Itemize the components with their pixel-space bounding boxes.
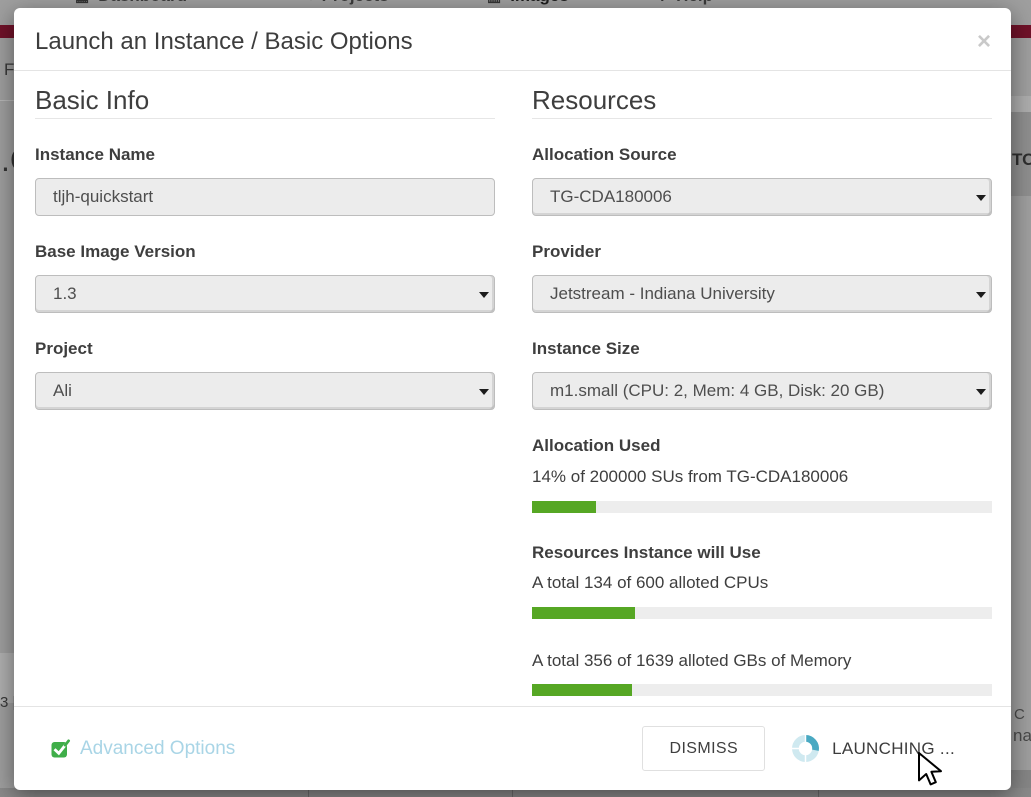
- modal-title: Launch an Instance / Basic Options: [35, 28, 990, 56]
- project-value: Ali: [53, 381, 72, 401]
- modal-footer: Advanced Options DISMISS LAUNCHING ...: [14, 706, 1011, 790]
- provider-label: Provider: [532, 242, 992, 262]
- allocation-used-progress-fill: [532, 501, 596, 513]
- allocation-source-label: Allocation Source: [532, 145, 992, 165]
- advanced-options-label: Advanced Options: [80, 738, 235, 760]
- instance-size-select[interactable]: m1.small (CPU: 2, Mem: 4 GB, Disk: 20 GB…: [532, 372, 992, 410]
- instance-name-input[interactable]: tljh-quickstart: [35, 178, 495, 216]
- memory-usage-progress: [532, 684, 992, 696]
- columns-icon: ▥: [487, 0, 501, 5]
- chevron-down-icon: [976, 292, 986, 298]
- allocation-source-value: TG-CDA180006: [550, 187, 672, 207]
- modal-body: Basic Info Instance Name tljh-quickstart…: [14, 71, 1011, 696]
- project-select[interactable]: Ali: [35, 372, 495, 410]
- basic-info-section: Basic Info Instance Name tljh-quickstart…: [35, 85, 495, 696]
- project-label: Project: [35, 339, 495, 359]
- instance-name-label: Instance Name: [35, 145, 495, 165]
- memory-usage-progress-fill: [532, 684, 632, 696]
- close-icon[interactable]: ×: [977, 30, 991, 54]
- dismiss-button[interactable]: DISMISS: [642, 726, 765, 771]
- chevron-down-icon: [479, 292, 489, 298]
- resources-section: Resources Allocation Source TG-CDA180006…: [532, 85, 992, 696]
- mouse-cursor: [918, 752, 944, 791]
- background-divider: [0, 100, 14, 101]
- background-band: [1011, 96, 1031, 112]
- loading-spinner-icon: [791, 734, 820, 763]
- cpu-usage-progress: [532, 607, 992, 619]
- pencil-icon: ✎: [300, 0, 313, 5]
- instance-size-label: Instance Size: [532, 339, 992, 359]
- help-circle-icon: ?: [658, 0, 667, 5]
- provider-select[interactable]: Jetstream - Indiana University: [532, 275, 992, 313]
- background-button-fragment: TO: [1012, 150, 1031, 170]
- basic-info-heading: Basic Info: [35, 85, 495, 119]
- nav-item-projects[interactable]: ✎ Projects: [300, 0, 389, 6]
- provider-value: Jetstream - Indiana University: [550, 284, 775, 304]
- advanced-options-link[interactable]: Advanced Options: [50, 738, 235, 760]
- modal-header: Launch an Instance / Basic Options ×: [14, 8, 1011, 71]
- check-square-icon: [50, 738, 71, 759]
- nav-label: Dashboard: [98, 0, 187, 6]
- cpu-usage-text: A total 134 of 600 alloted CPUs: [532, 572, 992, 594]
- resources-heading: Resources: [532, 85, 992, 119]
- nav-item-images[interactable]: ▥ Images: [487, 0, 569, 6]
- nav-label: Images: [510, 0, 569, 6]
- nav-label: Projects: [322, 0, 389, 6]
- chevron-down-icon: [976, 195, 986, 201]
- base-image-version-select[interactable]: 1.3: [35, 275, 495, 313]
- base-image-version-label: Base Image Version: [35, 242, 495, 262]
- nav-label: Help: [676, 0, 713, 6]
- launch-instance-modal: Launch an Instance / Basic Options × Bas…: [14, 8, 1011, 790]
- chevron-down-icon: [976, 389, 986, 395]
- instance-name-value: tljh-quickstart: [53, 187, 153, 207]
- nav-item-dashboard[interactable]: ▦ Dashboard: [75, 0, 187, 6]
- base-image-version-value: 1.3: [53, 284, 77, 304]
- background-text-fragment: na: [1013, 726, 1031, 746]
- allocation-used-heading: Allocation Used: [532, 436, 992, 456]
- allocation-used-text: 14% of 200000 SUs from TG-CDA180006: [532, 466, 992, 488]
- instance-will-use-heading: Resources Instance will Use: [532, 543, 992, 563]
- cpu-usage-progress-fill: [532, 607, 635, 619]
- allocation-used-progress: [532, 501, 992, 513]
- bar-chart-icon: ▦: [75, 0, 89, 5]
- allocation-source-select[interactable]: TG-CDA180006: [532, 178, 992, 216]
- nav-item-help[interactable]: ? Help: [658, 0, 713, 6]
- memory-usage-text: A total 356 of 1639 alloted GBs of Memor…: [532, 650, 992, 672]
- instance-size-value: m1.small (CPU: 2, Mem: 4 GB, Disk: 20 GB…: [550, 381, 884, 401]
- chevron-down-icon: [479, 389, 489, 395]
- background-text-fragment: C: [1014, 706, 1025, 723]
